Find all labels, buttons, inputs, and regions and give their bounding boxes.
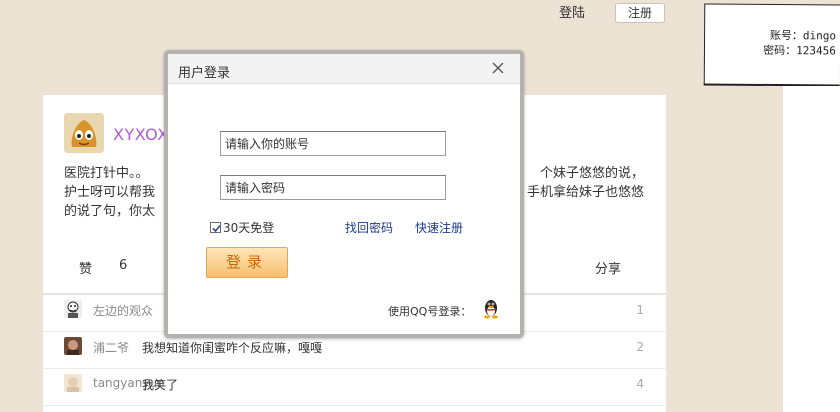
note-password-line: 密码：123456 [763, 43, 837, 58]
post-username[interactable]: XYXOX [113, 125, 169, 144]
quick-register-link[interactable]: 快速注册 [415, 219, 463, 236]
post-line: 的说了句，你太 [64, 204, 156, 219]
top-login-link[interactable]: 登陆 [559, 5, 585, 23]
note-account-line: 账号：dingo [769, 28, 837, 43]
qq-penguin-icon[interactable] [482, 298, 500, 320]
login-button[interactable]: 登录 [206, 247, 288, 278]
post-line: 护士呀可以帮我 [64, 185, 156, 200]
check-icon [212, 224, 221, 233]
right-panel [783, 86, 840, 412]
login-dialog-header: 用户登录 [168, 54, 520, 84]
login-dialog-title: 用户登录 [178, 66, 231, 81]
comment-item: tangyanyun 我笑了 4 [43, 369, 666, 406]
close-icon[interactable] [490, 60, 506, 76]
comment-text: 我笑了 [142, 378, 179, 392]
login-dialog: 用户登录 30天免登 找回密码 快速注册 登录 使用QQ号登录： [164, 50, 524, 338]
commenter-name[interactable]: 浦二爷 [93, 339, 129, 356]
commenter-avatar[interactable] [64, 374, 82, 392]
forgot-password-link[interactable]: 找回密码 [345, 219, 393, 236]
credentials-note: 账号：dingo 密码：123456 [703, 3, 840, 87]
comment-index: 1 [636, 303, 644, 317]
remember-label: 30天免登 [223, 221, 275, 235]
commenter-avatar[interactable] [64, 337, 82, 355]
post-line: 医院打针中。。 [64, 166, 149, 181]
post-line-tail: 手机拿给妹子也悠悠 [526, 185, 644, 200]
password-input[interactable] [220, 175, 446, 200]
commenter-avatar[interactable] [64, 300, 82, 318]
comment-text: 我想知道你闺蜜咋个反应嘛，嘎嘎 [142, 341, 323, 355]
share-button[interactable]: 分享 [595, 258, 621, 277]
post-line-tail: 个妹子悠悠的说， [539, 166, 644, 181]
top-register-button[interactable]: 注册 [615, 3, 665, 23]
like-count: 6 [119, 258, 128, 273]
account-input[interactable] [220, 131, 446, 156]
qq-login-label: 使用QQ号登录： [388, 305, 472, 318]
comment-index: 4 [636, 377, 644, 391]
remember-login[interactable]: 30天免登 [210, 219, 274, 236]
comment-index: 2 [636, 340, 644, 354]
like-button[interactable]: 赞 [79, 258, 92, 277]
user-avatar[interactable] [64, 113, 104, 153]
commenter-name[interactable]: 左边的观众 [93, 302, 153, 319]
remember-checkbox[interactable] [210, 222, 221, 233]
